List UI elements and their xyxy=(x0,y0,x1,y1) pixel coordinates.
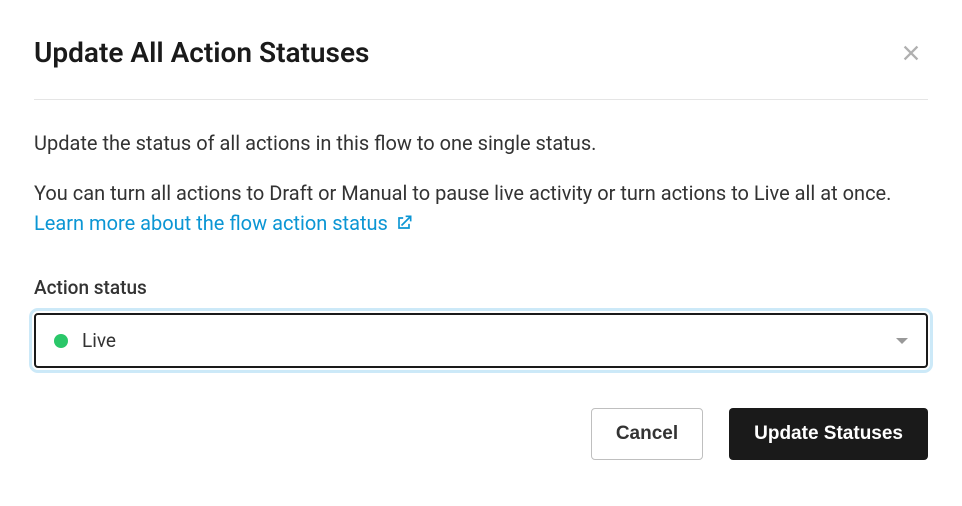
close-icon xyxy=(900,42,922,64)
update-statuses-modal: Update All Action Statuses Update the st… xyxy=(0,0,962,494)
learn-more-label: Learn more about the flow action status xyxy=(34,208,388,238)
action-status-select[interactable]: Live xyxy=(34,313,928,368)
close-button[interactable] xyxy=(900,42,924,66)
cancel-button[interactable]: Cancel xyxy=(591,408,703,460)
divider xyxy=(34,99,928,100)
action-status-label: Action status xyxy=(34,276,928,299)
learn-more-link[interactable]: Learn more about the flow action status xyxy=(34,208,414,238)
description-secondary-text: You can turn all actions to Draft or Man… xyxy=(34,181,891,205)
external-link-icon xyxy=(394,213,414,233)
update-statuses-button[interactable]: Update Statuses xyxy=(729,408,928,460)
status-dot-icon xyxy=(54,334,68,348)
button-row: Cancel Update Statuses xyxy=(34,408,928,460)
modal-title: Update All Action Statuses xyxy=(34,36,928,69)
description-secondary: You can turn all actions to Draft or Man… xyxy=(34,178,928,238)
description-primary: Update the status of all actions in this… xyxy=(34,128,928,158)
chevron-down-icon xyxy=(896,338,908,344)
action-status-selected-value: Live xyxy=(82,329,882,352)
